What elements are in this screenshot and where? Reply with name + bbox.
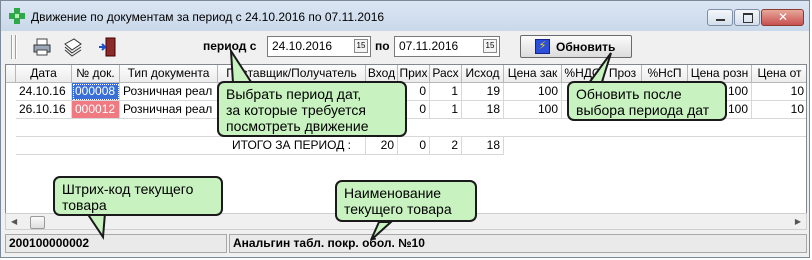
total-out: 18 (462, 137, 504, 155)
cell-doc-number[interactable]: 000008 (72, 83, 120, 101)
main-window: Движение по документам за период с 24.10… (0, 0, 810, 258)
maximize-icon (743, 13, 753, 23)
refresh-button[interactable]: ⚡ Обновить (520, 35, 632, 58)
calendar-icon[interactable]: 15 (483, 39, 497, 53)
printer-icon[interactable] (31, 36, 53, 58)
minimize-button[interactable] (707, 9, 733, 26)
period-to-value: 07.11.2016 (399, 39, 459, 53)
column-header-price-from[interactable]: Цена от (752, 65, 806, 83)
cell-price-from[interactable]: 10 (752, 83, 806, 101)
cell-price-from[interactable]: 10 (752, 101, 806, 119)
period-to-input[interactable]: 07.11.2016 15 (394, 36, 500, 57)
period-from-label: период с (203, 39, 257, 53)
maximize-button[interactable] (734, 9, 760, 26)
cell-price-buy[interactable]: 100 (504, 83, 562, 101)
cell-doc-type[interactable]: Розничная реал (120, 83, 218, 101)
scroll-left-icon[interactable]: ◀ (11, 217, 17, 226)
exit-door-icon[interactable] (97, 36, 119, 58)
close-button[interactable]: ✕ (761, 9, 804, 26)
app-cross-icon (9, 8, 25, 24)
cell-price-buy[interactable]: 100 (504, 101, 562, 119)
column-header-doc-type[interactable]: Тип документа (120, 65, 218, 83)
total-rash: 2 (430, 137, 462, 155)
toolbar-separator (11, 35, 13, 59)
total-in: 20 (366, 137, 398, 155)
period-to-label: по (375, 39, 390, 53)
title-bar: Движение по документам за период с 24.10… (1, 1, 809, 31)
refresh-label: Обновить (556, 40, 616, 54)
toolbar-separator (15, 35, 17, 59)
scroll-thumb[interactable] (30, 216, 45, 229)
scroll-right-icon[interactable]: ▶ (795, 217, 801, 226)
row-indicator-header (6, 65, 16, 83)
callout-product: Наименование текущего товара (335, 180, 477, 222)
column-header-price-buy[interactable]: Цена зак (504, 65, 562, 83)
toolbar: период с 24.10.2016 15 по 07.11.2016 15 … (5, 32, 807, 62)
total-prih: 0 (398, 137, 430, 155)
close-icon: ✕ (778, 10, 789, 24)
period-from-input[interactable]: 24.10.2016 15 (267, 36, 371, 57)
cell-date[interactable]: 24.10.16 (16, 83, 72, 101)
window-title: Движение по документам за период с 24.10… (31, 10, 385, 24)
lightning-icon: ⚡ (535, 39, 550, 54)
total-label: ИТОГО ЗА ПЕРИОД : (16, 137, 366, 155)
cell-doc-type[interactable]: Розничная реал (120, 101, 218, 119)
edit-icon[interactable] (62, 36, 84, 58)
barcode-status: 200100000002 (5, 234, 227, 253)
column-header-doc-number[interactable]: № док. (72, 65, 120, 83)
column-header-rash[interactable]: Расх (430, 65, 462, 83)
column-header-date[interactable]: Дата (16, 65, 72, 83)
calendar-icon[interactable]: 15 (354, 39, 368, 53)
cell-out[interactable]: 18 (462, 101, 504, 119)
cell-date[interactable]: 26.10.16 (16, 101, 72, 119)
minimize-icon (716, 19, 725, 21)
cell-doc-number[interactable]: 000012 (72, 101, 120, 119)
column-header-prih[interactable]: Прих (398, 65, 430, 83)
callout-barcode: Штрих-код текущего товара (53, 176, 223, 216)
callout-refresh: Обновить после выбора периода дат (567, 81, 727, 121)
product-name-status: Анальгин табл. покр. обол. №10 (229, 234, 807, 253)
cell-rash[interactable]: 1 (430, 101, 462, 119)
callout-period: Выбрать период дат, за которые требуется… (217, 81, 407, 137)
empty-row (16, 119, 806, 137)
cell-rash[interactable]: 1 (430, 83, 462, 101)
period-from-value: 24.10.2016 (272, 39, 333, 53)
cell-out[interactable]: 19 (462, 83, 504, 101)
column-header-out[interactable]: Исход (462, 65, 504, 83)
